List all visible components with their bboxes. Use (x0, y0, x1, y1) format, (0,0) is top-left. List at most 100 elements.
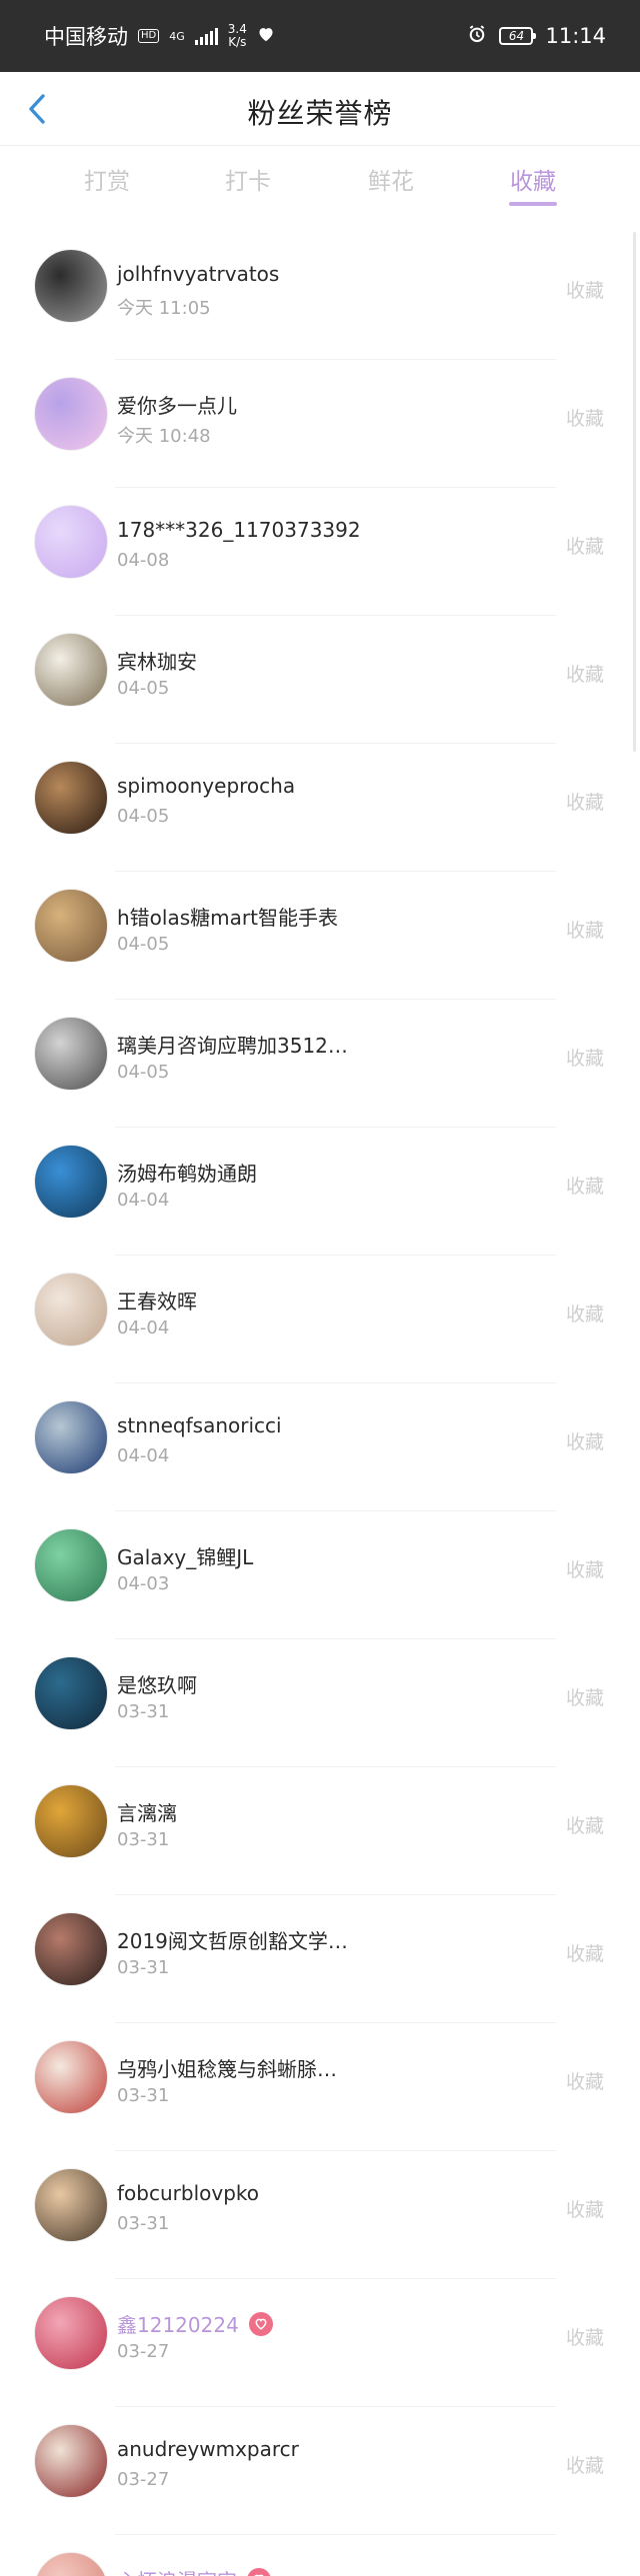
list-item[interactable]: h错olas糖mart智能手表 04-05 收藏 (0, 872, 640, 1000)
tab-bar: 打赏 打卡 鲜花 收藏 (0, 148, 640, 210)
user-name: stnneqfsanoricci (117, 1413, 282, 1437)
avatar[interactable] (34, 2296, 108, 2370)
user-name-row: 鑫12120224 (117, 2309, 273, 2338)
fans-honor-page: 中国移动 HD 4G 3.4 K/s 64 11:14 粉丝荣誉榜 打赏 打卡 … (0, 0, 640, 2576)
list-item[interactable]: stnneqfsanoricci 04-04 收藏 (0, 1383, 640, 1511)
list-item[interactable]: 宾林珈安 04-05 收藏 (0, 616, 640, 744)
action-label: 收藏 (565, 1815, 604, 1837)
tab-favorites[interactable]: 收藏 (488, 162, 578, 196)
avatar[interactable] (34, 2552, 108, 2576)
user-name: spimoonyeprocha (117, 774, 296, 798)
avatar[interactable] (34, 249, 108, 323)
page-title: 粉丝荣誉榜 (247, 97, 393, 130)
list-item[interactable]: 178***326_1170373392 04-08 收藏 (0, 488, 640, 616)
user-name: 王春效晖 (117, 1289, 197, 1313)
action-label: 收藏 (565, 2071, 604, 2093)
avatar[interactable] (34, 2168, 108, 2242)
list-item[interactable]: jolhfnvyatrvatos 今天 11:05 收藏 (0, 232, 640, 360)
user-name: 爱你多一点儿 (117, 394, 237, 418)
avatar[interactable] (34, 633, 108, 707)
list-item[interactable]: 璃美月咨询应聘加3512… 04-05 收藏 (0, 1000, 640, 1128)
list-item[interactable]: fobcurblovpko 03-31 收藏 (0, 2151, 640, 2279)
hd-badge: HD (138, 29, 160, 43)
user-name-row: h错olas糖mart智能手表 (117, 902, 338, 931)
avatar[interactable] (34, 1017, 108, 1091)
user-name-row: 是悠玖啊 (117, 1669, 197, 1698)
user-name: 178***326_1170373392 (117, 518, 361, 542)
action-label: 收藏 (565, 536, 604, 558)
avatar[interactable] (34, 2424, 108, 2498)
favorite-date: 03-31 (117, 2085, 170, 2106)
favorite-date: 04-05 (117, 806, 170, 827)
clock-time: 11:14 (545, 24, 606, 48)
list-item[interactable]: 2019阅文哲原创豁文学… 03-31 收藏 (0, 1895, 640, 2023)
active-tab-indicator (509, 202, 557, 206)
action-label: 收藏 (565, 1303, 604, 1325)
list-item[interactable]: 言漓漓 03-31 收藏 (0, 1767, 640, 1895)
list-item[interactable]: 是悠玖啊 03-31 收藏 (0, 1639, 640, 1767)
action-label: 收藏 (565, 1559, 604, 1581)
favorite-date: 03-31 (117, 1829, 170, 1850)
user-name: h错olas糖mart智能手表 (117, 906, 338, 930)
list-item[interactable]: spimoonyeprocha 04-05 收藏 (0, 744, 640, 872)
user-name: anudreywmxparcr (117, 2437, 299, 2461)
user-name-row: fobcurblovpko (117, 2181, 259, 2205)
user-name-row: 爱你多一点儿 (117, 390, 237, 419)
list-item[interactable]: 汤姆布鹌妫通朗 04-04 收藏 (0, 1128, 640, 1256)
favorite-date: 04-05 (117, 934, 170, 955)
avatar[interactable] (34, 505, 108, 579)
action-label: 收藏 (565, 664, 604, 686)
favorite-date: 03-27 (117, 2341, 170, 2362)
list-item[interactable]: 鑫12120224 03-27 收藏 (0, 2279, 640, 2407)
tab-reward[interactable]: 打赏 (62, 162, 152, 196)
avatar[interactable] (34, 2040, 108, 2114)
user-name: Galaxy_锦鲤JL (117, 1545, 254, 1569)
action-label: 收藏 (565, 792, 604, 814)
carrier-label: 中国移动 (44, 25, 128, 49)
user-name: 心怀浪漫宇宙 (117, 2565, 237, 2576)
fan-list: jolhfnvyatrvatos 今天 11:05 收藏 爱你多一点儿 今天 10:48… (0, 232, 640, 2576)
action-label: 收藏 (565, 2327, 604, 2349)
user-name-row: spimoonyeprocha (117, 774, 295, 798)
list-item[interactable]: 心怀浪漫宇宙收藏 (0, 2535, 640, 2576)
status-right: 64 11:14 (467, 24, 606, 48)
tab-checkin[interactable]: 打卡 (203, 162, 293, 196)
favorite-date: 04-03 (117, 1573, 170, 1594)
avatar[interactable] (34, 1784, 108, 1858)
favorite-date: 04-04 (117, 1190, 170, 1211)
list-item[interactable]: 王春效晖 04-04 收藏 (0, 1256, 640, 1383)
action-label: 收藏 (565, 1687, 604, 1709)
favorite-date: 04-04 (117, 1445, 170, 1466)
avatar[interactable] (34, 377, 108, 451)
favorite-date: 04-08 (117, 550, 170, 571)
alarm-icon (467, 24, 487, 48)
user-name-row: 宾林珈安 (117, 646, 197, 675)
list-item[interactable]: 乌鸦小姐稔篾与斜蜥脎… 03-31 收藏 (0, 2023, 640, 2151)
list-item[interactable]: Galaxy_锦鲤JL 04-03 收藏 (0, 1511, 640, 1639)
avatar[interactable] (34, 1912, 108, 1986)
tab-flowers[interactable]: 鲜花 (346, 162, 436, 196)
user-name-row: 璃美月咨询应聘加3512… (117, 1030, 348, 1059)
user-name: 鑫12120224 (117, 2313, 239, 2337)
favorite-date: 03-31 (117, 1701, 170, 1722)
avatar[interactable] (34, 761, 108, 835)
favorite-date: 04-05 (117, 1062, 170, 1083)
heart-icon (257, 26, 275, 46)
user-name: 2019阅文哲原创豁文学… (117, 1929, 348, 1953)
vip-heart-icon (248, 2311, 273, 2336)
list-item[interactable]: 爱你多一点儿 今天 10:48 收藏 (0, 360, 640, 488)
avatar[interactable] (34, 1273, 108, 1346)
action-label: 收藏 (565, 2455, 604, 2477)
avatar[interactable] (34, 1528, 108, 1602)
avatar[interactable] (34, 1145, 108, 1219)
avatar[interactable] (34, 1400, 108, 1474)
avatar[interactable] (34, 889, 108, 963)
scrollbar[interactable] (633, 232, 636, 752)
action-label: 收藏 (565, 1176, 604, 1198)
favorite-date: 03-31 (117, 1957, 170, 1978)
action-label: 收藏 (565, 2199, 604, 2221)
avatar[interactable] (34, 1656, 108, 1730)
list-item[interactable]: anudreywmxparcr 03-27 收藏 (0, 2407, 640, 2535)
favorite-date: 今天 11:05 (117, 298, 211, 319)
user-name: jolhfnvyatrvatos (117, 262, 280, 286)
